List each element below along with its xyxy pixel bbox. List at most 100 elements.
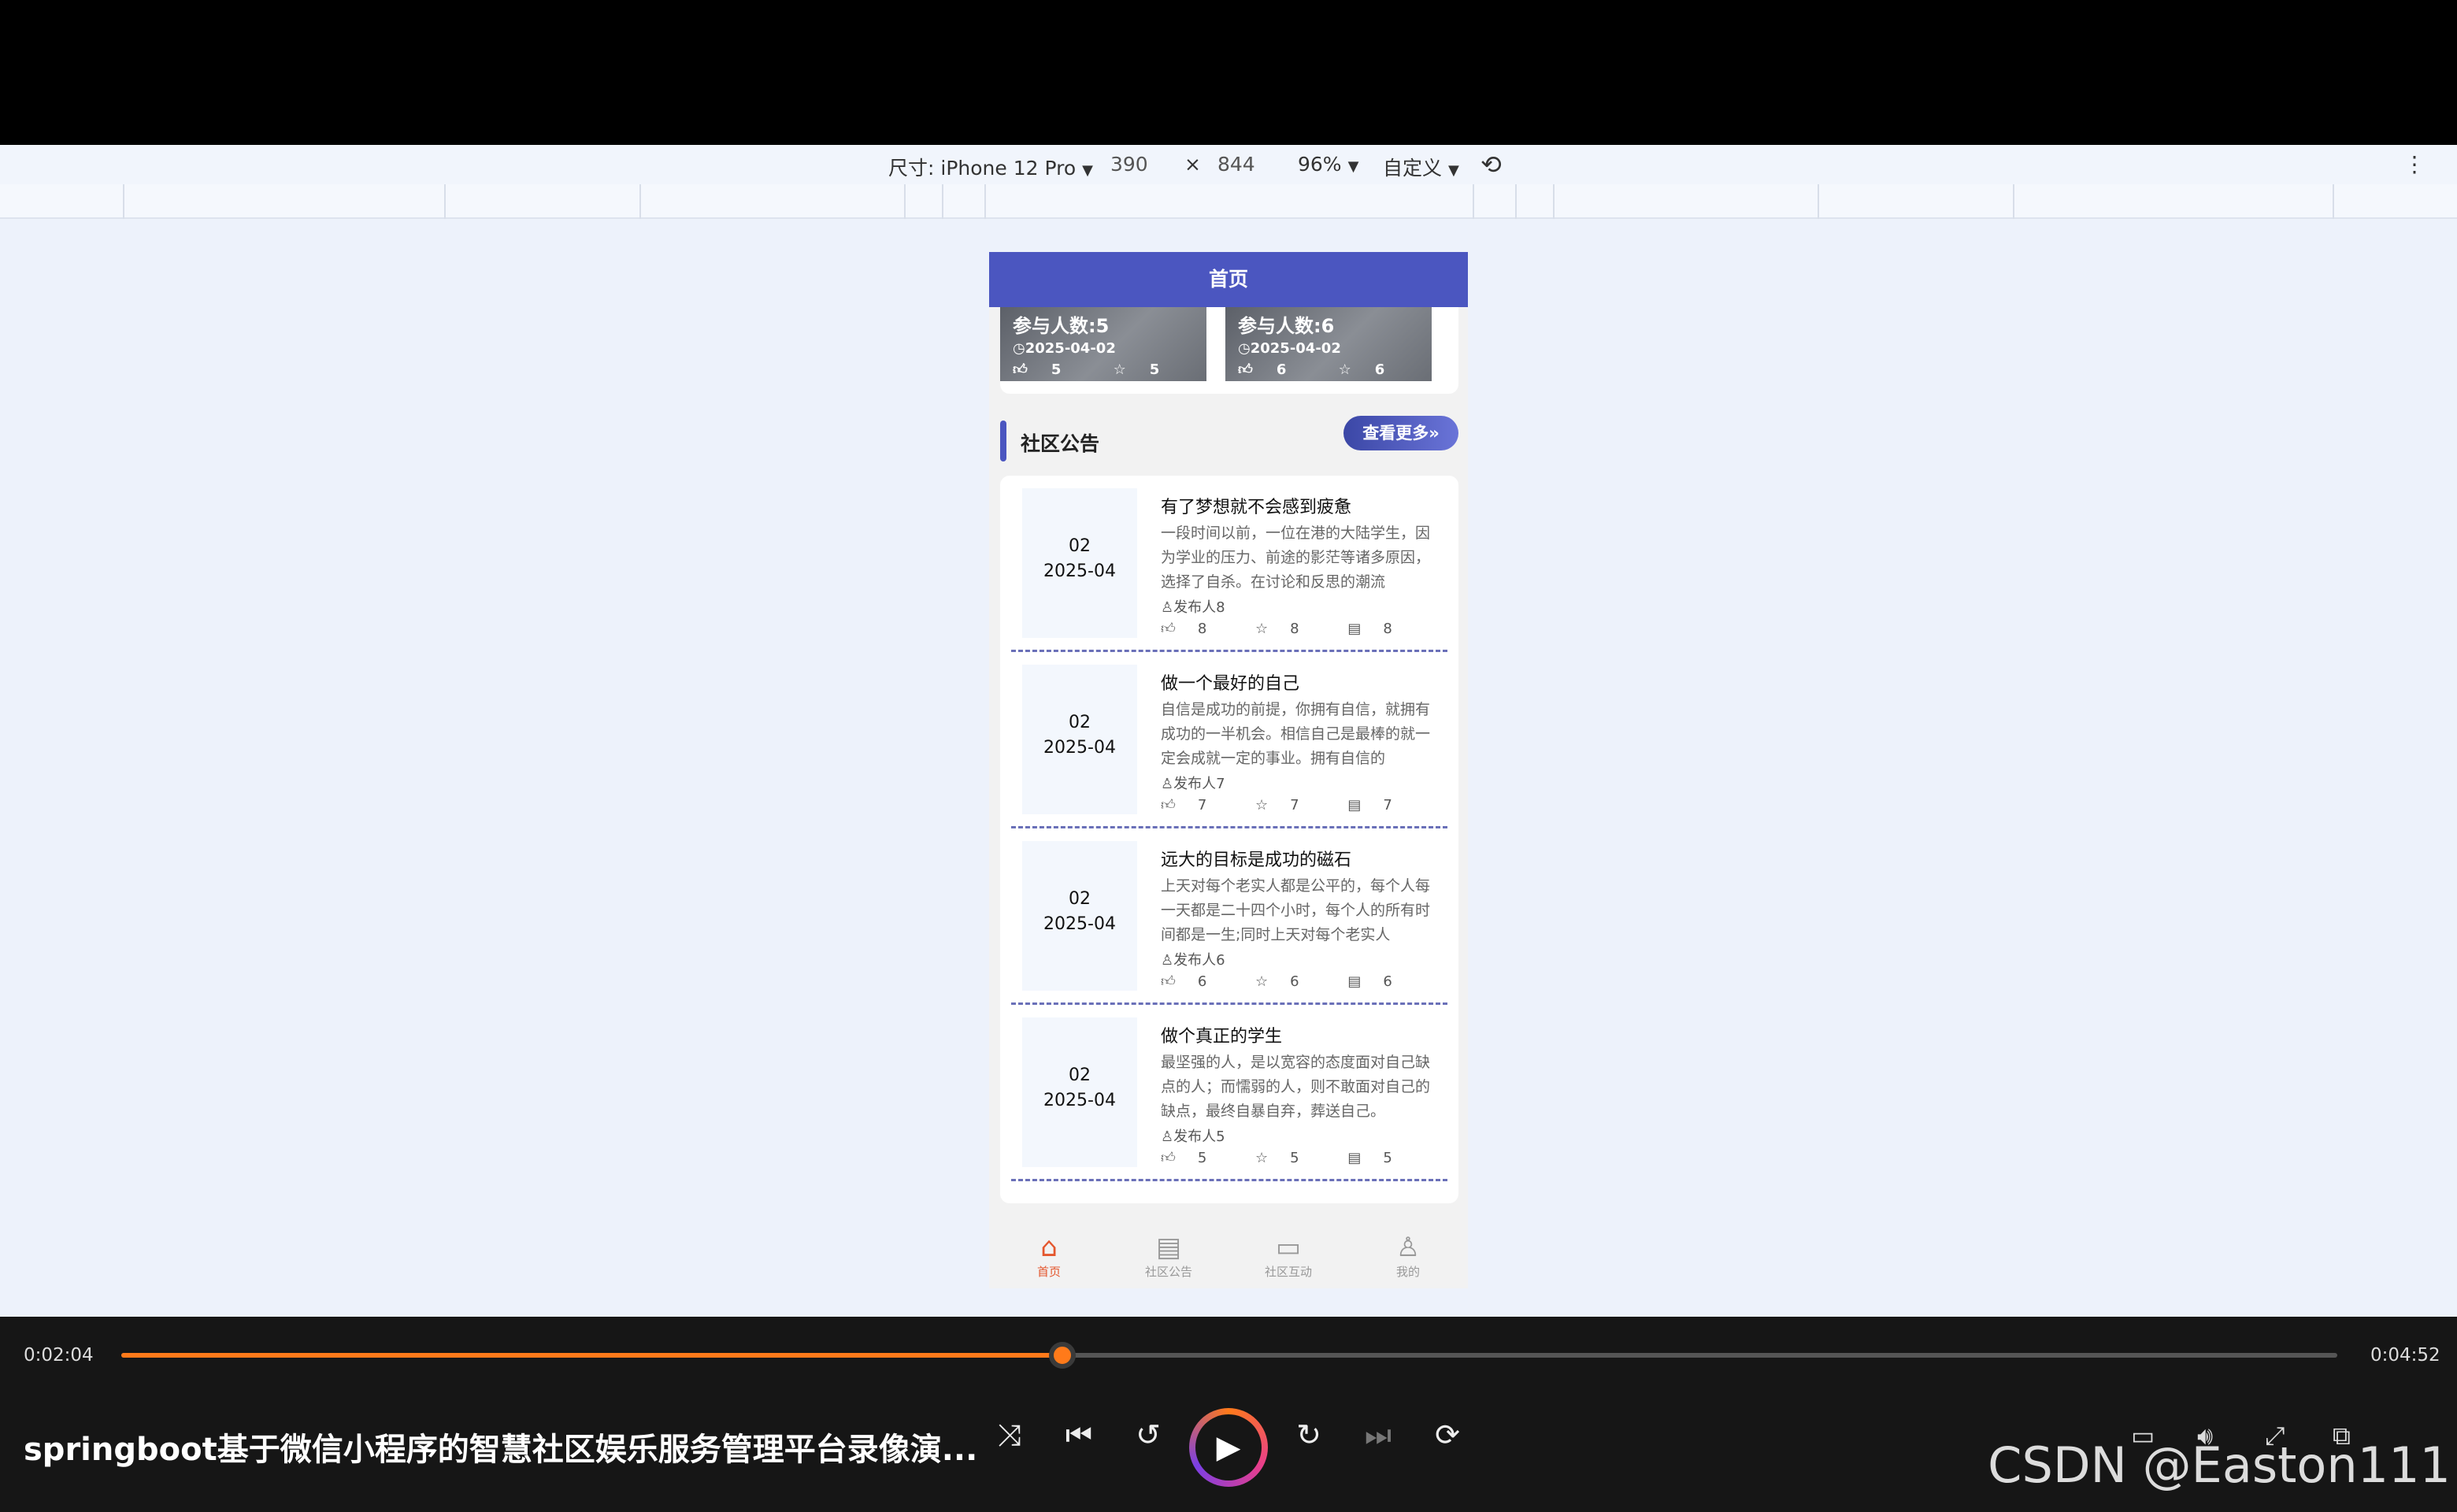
section-accent-bar — [1000, 421, 1006, 461]
section-title: 社区公告 — [1021, 432, 1100, 455]
notice-item[interactable]: 02 2025-04 做一个最好的自己 自信是成功的前提，你拥有自信，就拥有成功的… — [1011, 652, 1447, 828]
more-menu-icon[interactable]: ⋮ — [2403, 151, 2426, 177]
like-stat: 👍︎ 6 — [1238, 361, 1310, 378]
tab-interaction[interactable]: ▭ 社区互动 — [1228, 1232, 1348, 1280]
tab-label: 我的 — [1395, 1265, 1420, 1279]
ruler-tick — [1473, 184, 1474, 219]
device-select[interactable]: 尺寸: iPhone 12 Pro ▼ — [888, 153, 1093, 181]
notice-info: 做一个最好的自己 自信是成功的前提，你拥有自信，就拥有成功的一半机会。相信自己是… — [1161, 669, 1436, 813]
notice-day: 02 — [1069, 536, 1091, 556]
activity-card[interactable]: 参与人数:6 ◷2025-04-02 👍︎6 ☆6 ▤6 — [1225, 307, 1432, 381]
author-name: 发布人5 — [1173, 1128, 1225, 1145]
repeat-off-icon[interactable]: ⟳ — [1424, 1418, 1471, 1452]
notice-title: 做一个最好的自己 — [1161, 674, 1300, 694]
forward-30-icon[interactable]: ↻ — [1285, 1418, 1332, 1452]
next-icon[interactable]: ⏭ — [1354, 1418, 1402, 1453]
view-stat: ▤ 8 — [1347, 621, 1414, 637]
thumb-up-icon: 👍︎ — [1161, 973, 1176, 990]
user-icon: ♙ — [1161, 776, 1174, 792]
activity-title: 参与人数:6 — [1238, 315, 1335, 337]
ruler-tick — [1818, 184, 1819, 219]
fav-count: 8 — [1290, 621, 1299, 637]
devtools-toolbar: 尺寸: iPhone 12 Pro ▼ 390 × 844 96% ▼ 自定义 ▼ ⟲… — [0, 145, 2457, 184]
notice-stats: 👍︎ 8 ☆ 8 ▤ 8 — [1161, 620, 1436, 637]
total-time: 0:04:52 — [2370, 1345, 2440, 1366]
notice-month: 2025-04 — [1043, 914, 1116, 934]
user-icon: ♙ — [1161, 1128, 1174, 1145]
activity-card[interactable]: 参与人数:5 ◷2025-04-02 👍︎5 ☆5 ▤5 — [1000, 307, 1206, 381]
notice-info: 远大的目标是成功的磁石 上天对每个老实人都是公平的，每个人每一天都是二十四个小时… — [1161, 846, 1436, 990]
notice-day: 02 — [1069, 713, 1091, 732]
notice-summary: 一段时间以前，一位在港的大陆学生，因为学业的压力、前途的影茫等诸多原因，选择了自… — [1161, 524, 1431, 591]
notice-item[interactable]: 02 2025-04 做个真正的学生 最坚强的人，是以宽容的态度面对自己缺点的人；… — [1011, 1005, 1447, 1181]
notice-item[interactable]: 02 2025-04 有了梦想就不会感到疲惫 一段时间以前，一位在港的大陆学生，因… — [1011, 476, 1447, 652]
ruler-tick — [2333, 184, 2334, 219]
current-time: 0:02:04 — [24, 1345, 94, 1366]
rewind-10-icon[interactable]: ↺ — [1125, 1418, 1172, 1452]
view-count: 8 — [1383, 621, 1392, 637]
like-count: 8 — [1197, 621, 1207, 637]
mode-select[interactable]: 自定义 ▼ — [1383, 153, 1459, 181]
page-title: 首页 — [989, 252, 1468, 307]
activity-date-text: 2025-04-02 — [1250, 340, 1341, 357]
ruler-tick — [1515, 184, 1517, 219]
news-icon: ▤ — [1155, 1232, 1182, 1263]
play-button[interactable]: ▶ — [1189, 1408, 1268, 1487]
ruler-tick — [942, 184, 943, 219]
fav-count: 5 — [1149, 361, 1160, 378]
zoom-select[interactable]: 96% ▼ — [1298, 153, 1358, 176]
times-sign: × — [1184, 153, 1201, 176]
comment-icon: ▤ — [1347, 973, 1362, 990]
ruler-tick — [984, 184, 986, 219]
fav-count: 5 — [1290, 1150, 1299, 1166]
notice-title: 有了梦想就不会感到疲惫 — [1161, 498, 1352, 517]
notice-title: 做个真正的学生 — [1161, 1027, 1283, 1047]
thumb-up-icon: 👍︎ — [1161, 621, 1176, 637]
view-count: 7 — [1383, 797, 1392, 813]
tab-mine[interactable]: ♙ 我的 — [1348, 1232, 1468, 1280]
notice-day: 02 — [1069, 1065, 1091, 1085]
notice-item[interactable]: 02 2025-04 远大的目标是成功的磁石 上天对每个老实人都是公平的，每个人每… — [1011, 828, 1447, 1005]
like-count: 6 — [1197, 973, 1207, 990]
like-count: 6 — [1276, 361, 1287, 378]
comment-icon: ▤ — [1347, 797, 1362, 813]
star-icon: ☆ — [1255, 1150, 1269, 1166]
star-icon: ☆ — [1255, 973, 1269, 990]
previous-icon[interactable]: ⏮ — [1055, 1418, 1102, 1453]
zoom-label: 96% — [1298, 153, 1342, 176]
chevron-down-icon: ▼ — [1347, 158, 1359, 175]
notice-date: 02 2025-04 — [1022, 488, 1137, 638]
screen: 尺寸: iPhone 12 Pro ▼ 390 × 844 96% ▼ 自定义 ▼ ⟲… — [0, 0, 2457, 1512]
home-icon: ⌂ — [1040, 1232, 1058, 1263]
star-icon: ☆ — [1255, 621, 1269, 637]
seek-handle[interactable] — [1049, 1342, 1077, 1369]
shuffle-icon[interactable]: ⤨ — [986, 1418, 1033, 1453]
chat-icon: ▭ — [1275, 1232, 1302, 1263]
activity-date: ◷2025-04-02 — [1238, 340, 1341, 357]
notice-title: 远大的目标是成功的磁石 — [1161, 850, 1352, 870]
device-label: 尺寸: iPhone 12 Pro — [888, 157, 1077, 180]
tab-notices[interactable]: ▤ 社区公告 — [1109, 1232, 1228, 1280]
fav-stat: ☆ 8 — [1255, 621, 1321, 637]
author-name: 发布人8 — [1173, 599, 1225, 616]
height-input[interactable]: 844 — [1217, 153, 1255, 176]
ruler-tick — [639, 184, 641, 219]
phone-viewport[interactable]: 首页 参与人数:5 ◷2025-04-02 👍︎5 ☆5 ▤5 参与人数:6 ◷… — [989, 252, 1468, 1288]
star-icon: ☆ — [1113, 361, 1126, 378]
fav-count: 6 — [1290, 973, 1299, 990]
chevron-down-icon: ▼ — [1448, 162, 1459, 179]
comment-icon: ▤ — [1347, 1150, 1362, 1166]
fav-stat: ☆ 6 — [1255, 973, 1321, 990]
view-count: 5 — [1383, 1150, 1392, 1166]
view-more-button[interactable]: 查看更多» — [1343, 416, 1458, 450]
ruler-tick — [904, 184, 906, 219]
rotate-icon[interactable]: ⟲ — [1480, 150, 1502, 180]
fav-stat: ☆ 5 — [1255, 1150, 1321, 1166]
tab-label: 社区互动 — [1264, 1265, 1312, 1279]
tab-home[interactable]: ⌂ 首页 — [989, 1232, 1109, 1280]
seek-bar[interactable] — [121, 1342, 2337, 1369]
width-input[interactable]: 390 — [1110, 153, 1148, 176]
author-name: 发布人7 — [1173, 776, 1225, 792]
fav-count: 7 — [1290, 797, 1299, 813]
fav-count: 6 — [1374, 361, 1385, 378]
